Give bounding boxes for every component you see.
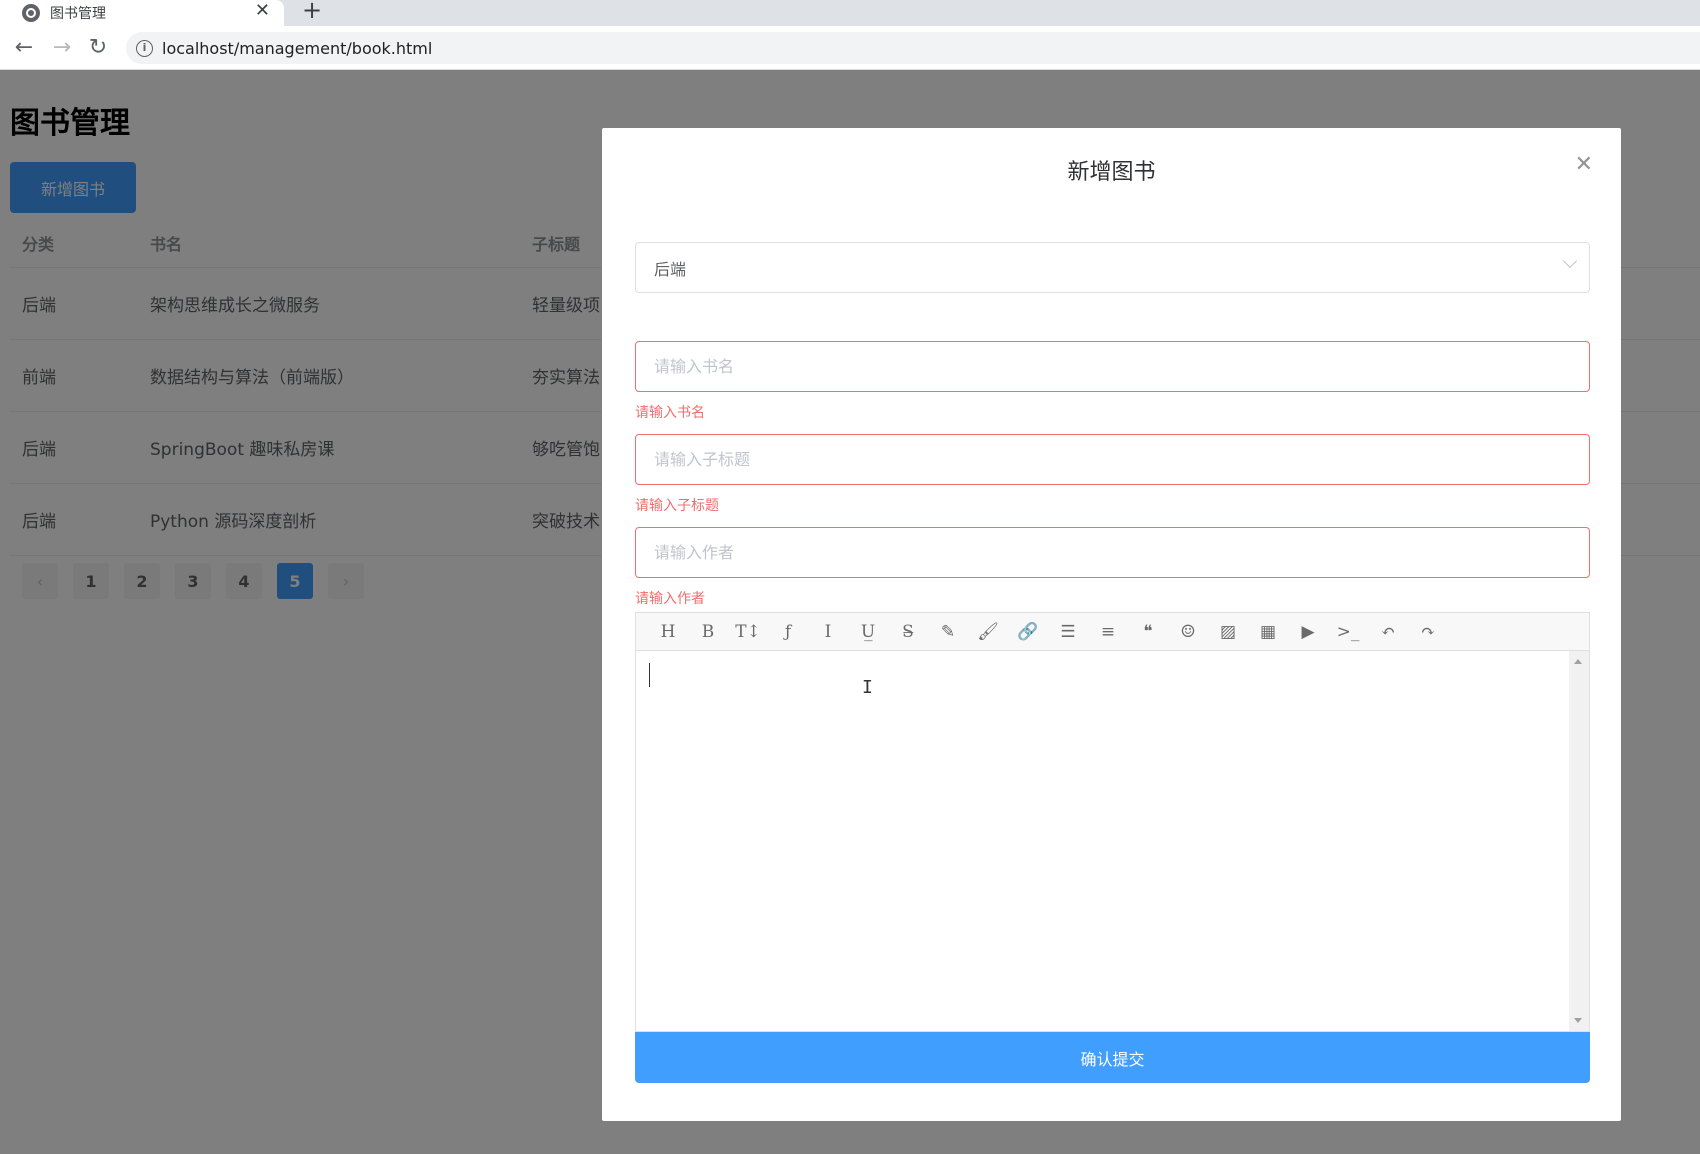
mouse-cursor-icon: I	[862, 677, 873, 698]
reload-icon[interactable]: ↻	[86, 36, 110, 60]
category-select[interactable]: 后端	[635, 242, 1590, 293]
table-icon[interactable]: ▦	[1248, 613, 1288, 651]
close-tab-icon[interactable]: ✕	[255, 0, 270, 22]
background-color-icon[interactable]: 🖌	[968, 613, 1008, 651]
emoticon-icon[interactable]: ☺	[1168, 613, 1208, 651]
heading-icon[interactable]: H	[648, 613, 688, 651]
code-icon[interactable]: >_	[1328, 613, 1368, 651]
list-icon[interactable]: ☰	[1048, 613, 1088, 651]
rich-text-editor: H B T↕ ƒ I U̲ S̶ ✎ 🖌 🔗 ☰ ≡ ❝ ☺ ▨ ▦ ▶ >_ …	[635, 612, 1590, 1032]
tab-title: 图书管理	[50, 6, 106, 22]
add-book-dialog: 新增图书 ✕ 后端 请输入书名 请输入子标题 请输入作者 H B T↕ ƒ I …	[602, 128, 1621, 1121]
back-icon[interactable]: ←	[12, 36, 36, 60]
chevron-down-icon	[1562, 253, 1578, 269]
book-name-input[interactable]	[635, 341, 1590, 392]
url-text[interactable]: localhost/management/book.html	[162, 39, 432, 58]
category-select-value: 后端	[654, 259, 687, 279]
editor-scrollbar[interactable]	[1569, 651, 1589, 1031]
video-icon[interactable]: ▶	[1288, 613, 1328, 651]
align-icon[interactable]: ≡	[1088, 613, 1128, 651]
browser-toolbar: ← → ↻ i localhost/management/book.html	[0, 26, 1700, 70]
globe-icon	[22, 4, 40, 22]
scroll-up-icon[interactable]	[1574, 659, 1582, 664]
close-icon[interactable]: ✕	[1575, 152, 1593, 177]
image-icon[interactable]: ▨	[1208, 613, 1248, 651]
quote-icon[interactable]: ❝	[1128, 613, 1168, 651]
subtitle-error: 请输入子标题	[635, 498, 719, 514]
bold-icon[interactable]: B	[688, 613, 728, 651]
address-bar[interactable]: i localhost/management/book.html	[126, 32, 1700, 64]
scroll-down-icon[interactable]	[1574, 1018, 1582, 1023]
font-family-icon[interactable]: ƒ	[768, 613, 808, 651]
link-icon[interactable]: 🔗	[1008, 613, 1048, 651]
author-error: 请输入作者	[635, 591, 705, 607]
forward-icon[interactable]: →	[50, 36, 74, 60]
browser-tab[interactable]: 图书管理 ✕	[0, 0, 284, 26]
editor-content-area[interactable]: I	[636, 651, 1569, 1031]
text-color-icon[interactable]: ✎	[928, 613, 968, 651]
info-icon[interactable]: i	[136, 39, 153, 57]
italic-icon[interactable]: I	[808, 613, 848, 651]
dialog-title: 新增图书	[1067, 160, 1156, 185]
underline-icon[interactable]: U̲	[848, 613, 888, 651]
undo-icon[interactable]: ↶	[1368, 613, 1408, 651]
editor-toolbar: H B T↕ ƒ I U̲ S̶ ✎ 🖌 🔗 ☰ ≡ ❝ ☺ ▨ ▦ ▶ >_ …	[636, 613, 1589, 651]
book-name-error: 请输入书名	[635, 405, 705, 421]
text-caret	[649, 663, 650, 687]
submit-button[interactable]: 确认提交	[635, 1032, 1590, 1083]
strikethrough-icon[interactable]: S̶	[888, 613, 928, 651]
author-input[interactable]	[635, 527, 1590, 578]
font-size-icon[interactable]: T↕	[728, 613, 768, 651]
redo-icon[interactable]: ↷	[1408, 613, 1448, 651]
subtitle-input[interactable]	[635, 434, 1590, 485]
new-tab-button[interactable]: +	[302, 0, 322, 23]
browser-tab-bar: 图书管理 ✕ +	[0, 0, 1700, 26]
